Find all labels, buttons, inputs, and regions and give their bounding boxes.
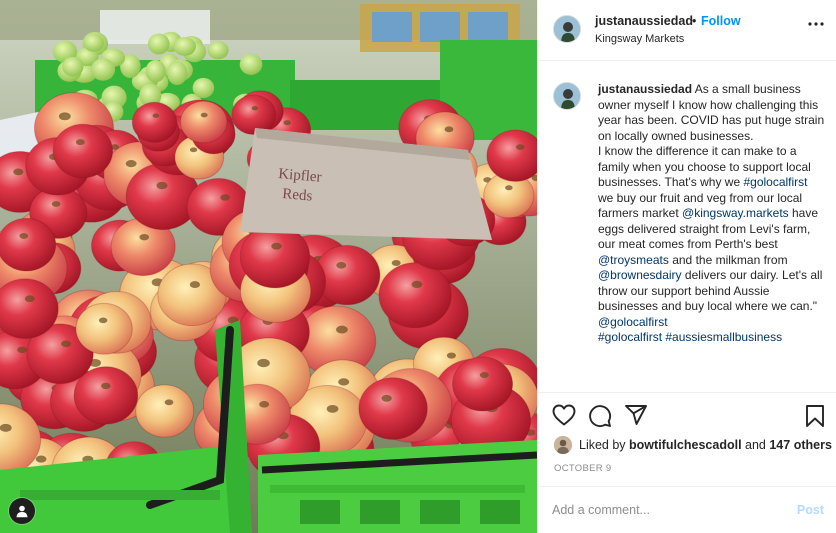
apple <box>52 123 114 179</box>
user-icon <box>16 505 28 518</box>
apple <box>486 129 537 182</box>
lime <box>62 56 84 77</box>
comment-input[interactable] <box>552 500 782 520</box>
post-author-username[interactable]: justanaussiedad <box>595 14 693 28</box>
apple <box>135 384 195 438</box>
lime <box>83 33 104 52</box>
profile-photo-icon <box>554 16 580 42</box>
apple <box>231 94 277 136</box>
avatar[interactable] <box>553 82 581 110</box>
follow-button[interactable]: Follow <box>701 14 741 28</box>
post-details-panel: justanaussiedad • Follow Kingsway Market… <box>537 0 836 533</box>
apple <box>452 356 514 412</box>
likes-summary: Liked by bowtifulchescadoll and 147 othe… <box>552 435 832 457</box>
price-sign-text-2: Reds <box>282 186 313 205</box>
lime <box>166 61 188 86</box>
apple <box>73 366 139 425</box>
lime <box>173 37 197 56</box>
likes-middle: and <box>741 438 770 452</box>
post-caption: justanaussiedad As a small business owne… <box>598 82 826 346</box>
caption-username[interactable]: justanaussiedad <box>598 82 692 96</box>
post-date[interactable]: October 9 <box>554 463 611 474</box>
lime <box>239 53 263 75</box>
lime <box>192 77 215 99</box>
likes-count[interactable]: 147 others <box>769 438 832 452</box>
likes-prefix: Liked by <box>579 438 630 452</box>
post-header: justanaussiedad • Follow Kingsway Market… <box>538 0 836 61</box>
apples-at-market-image: Kipfler Reds <box>0 0 537 533</box>
lime <box>90 58 116 81</box>
apple <box>378 262 452 329</box>
mention-link[interactable]: @kingsway.markets <box>682 206 789 220</box>
more-horizontal-icon[interactable] <box>808 22 824 26</box>
mention-link[interactable]: @golocalfirst <box>598 315 668 329</box>
apple <box>131 101 178 143</box>
green-crate-right <box>258 440 537 533</box>
profile-photo-icon <box>554 436 572 454</box>
apple <box>239 224 311 289</box>
hashtag-link[interactable]: #golocalfirst <box>598 330 662 344</box>
caption-paragraph-1: justanaussiedad As a small business owne… <box>598 82 826 144</box>
mention-link[interactable]: @brownesdairy <box>598 268 682 282</box>
caption-text: and the milkman from <box>668 252 788 267</box>
bookmark-icon[interactable] <box>805 404 825 428</box>
lime <box>207 41 229 60</box>
post-location[interactable]: Kingsway Markets <box>595 33 684 45</box>
lime <box>145 59 166 83</box>
share-icon[interactable] <box>624 404 648 426</box>
separator-dot: • <box>692 14 697 28</box>
lime <box>147 33 170 55</box>
hashtag-link[interactable]: #golocalfirst <box>743 175 807 189</box>
heart-icon[interactable] <box>552 404 576 426</box>
comment-icon[interactable] <box>588 404 612 428</box>
liker-avatar[interactable] <box>554 436 572 454</box>
caption-hashtags: #golocalfirst #aussiesmallbusiness <box>598 330 826 346</box>
comment-bar: Post <box>538 486 836 533</box>
liker-username[interactable]: bowtifulchescadoll <box>629 438 742 452</box>
profile-photo-icon <box>554 83 580 109</box>
likes-text: Liked by bowtifulchescadoll and 147 othe… <box>579 438 832 452</box>
hashtag-link[interactable]: #aussiesmallbusiness <box>665 330 782 344</box>
post-comment-button[interactable]: Post <box>797 503 824 517</box>
post-photo[interactable]: Kipfler Reds <box>0 0 537 533</box>
tagged-users-button[interactable] <box>9 498 35 524</box>
apple <box>75 302 133 355</box>
caption-paragraph-2: I know the difference it can make to a f… <box>598 144 826 330</box>
avatar[interactable] <box>553 15 581 43</box>
mention-link[interactable]: @troysmeats <box>598 253 669 267</box>
post-actions <box>538 392 836 440</box>
caption-section: justanaussiedad As a small business owne… <box>538 62 836 391</box>
apple <box>179 100 228 144</box>
apple <box>358 377 428 440</box>
apple <box>0 217 57 272</box>
apple <box>0 278 59 339</box>
